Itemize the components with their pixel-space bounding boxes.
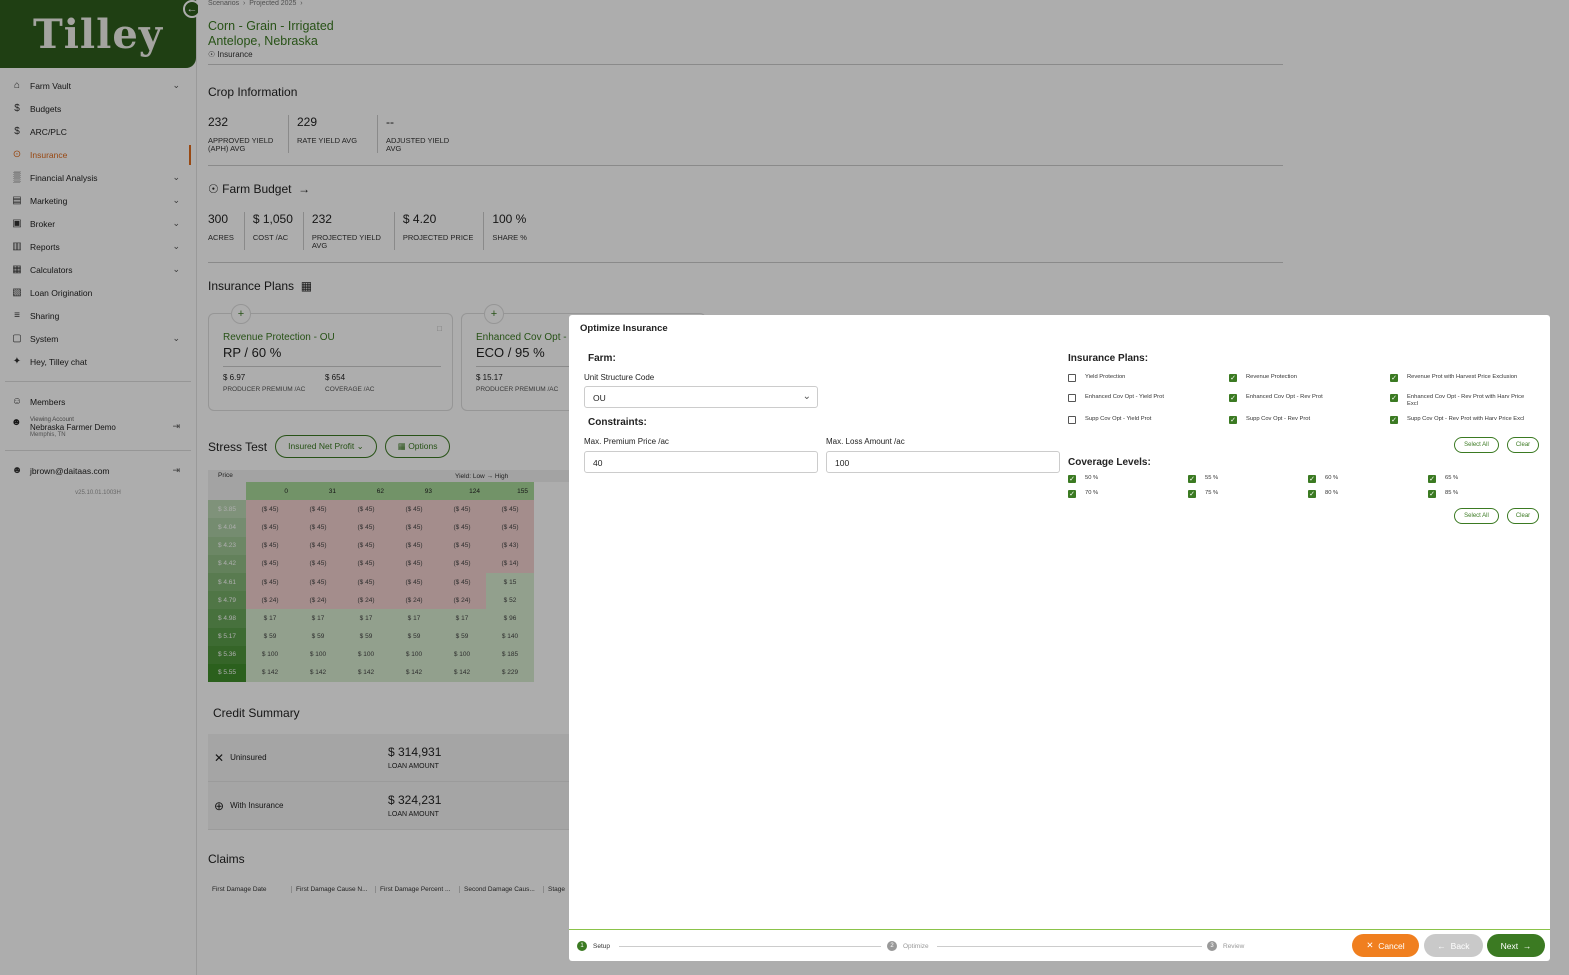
checkbox-empty-icon[interactable]: [1068, 416, 1076, 424]
next-label: Next: [1500, 940, 1519, 951]
checkbox-label: 65 %: [1445, 475, 1459, 481]
insurance-plans-heading: Insurance Plans:: [1068, 353, 1149, 364]
checkbox-checked-icon[interactable]: ✓: [1390, 394, 1398, 402]
checkbox-label: 60 %: [1325, 475, 1339, 481]
arrow-left-icon: ←: [1437, 940, 1446, 951]
optimize-insurance-modal: Optimize Insurance Farm: Unit Structure …: [569, 315, 1550, 961]
checkbox-label: Revenue Protection: [1246, 374, 1297, 380]
coverage-level-checkbox[interactable]: ✓ 60 %: [1308, 475, 1338, 483]
checkbox-checked-icon[interactable]: ✓: [1428, 490, 1436, 498]
insurance-plan-checkbox[interactable]: ✓ Supp Cov Opt - Rev Prot with Harv Price…: [1390, 416, 1530, 424]
checkbox-label: Revenue Prot with Harvest Price Exclusio…: [1407, 374, 1518, 380]
checkbox-label: Supp Cov Opt - Rev Prot with Harv Price …: [1407, 416, 1525, 422]
coverage-level-checkbox[interactable]: ✓ 80 %: [1308, 490, 1338, 498]
step-setup: 1 Setup: [577, 941, 610, 951]
checkbox-label: 55 %: [1205, 475, 1219, 481]
checkbox-checked-icon[interactable]: ✓: [1308, 475, 1316, 483]
checkbox-label: 50 %: [1085, 475, 1099, 481]
checkbox-label: Enhanced Cov Opt - Rev Prot: [1246, 394, 1323, 400]
step-label: Setup: [593, 942, 610, 950]
modal-footer-divider: [569, 929, 1550, 930]
checkbox-label: Enhanced Cov Opt - Yield Prot: [1085, 394, 1164, 400]
checkbox-label: Supp Cov Opt - Yield Prot: [1085, 416, 1152, 422]
checkbox-checked-icon[interactable]: ✓: [1068, 490, 1076, 498]
checkbox-checked-icon[interactable]: ✓: [1068, 475, 1076, 483]
step-label: Optimize: [903, 942, 929, 950]
arrow-right-icon: →: [1522, 940, 1532, 951]
max-premium-label: Max. Premium Price /ac: [584, 437, 669, 446]
coverage-levels-heading: Coverage Levels:: [1068, 457, 1151, 468]
checkbox-empty-icon[interactable]: [1068, 394, 1076, 402]
max-loss-input[interactable]: 100: [826, 451, 1060, 473]
coverage-clear-button[interactable]: Clear: [1507, 508, 1539, 524]
checkbox-label: Enhanced Cov Opt - Rev Prot with Harv Pr…: [1407, 394, 1525, 407]
step-optimize: 2 Optimize: [887, 941, 929, 951]
coverage-level-checkbox[interactable]: ✓ 70 %: [1068, 490, 1098, 498]
insurance-plan-checkbox[interactable]: ✓ Revenue Protection: [1229, 374, 1369, 382]
unit-structure-label: Unit Structure Code: [584, 373, 655, 382]
modal-title: Optimize Insurance: [580, 323, 668, 334]
coverage-level-checkbox[interactable]: ✓ 50 %: [1068, 475, 1098, 483]
cancel-label: Cancel: [1378, 940, 1405, 951]
back-button[interactable]: ← Back: [1424, 934, 1483, 957]
step-label: Review: [1223, 942, 1245, 950]
farm-heading: Farm:: [588, 353, 616, 364]
next-button[interactable]: Next →: [1487, 934, 1545, 957]
insurance-plan-checkbox[interactable]: Supp Cov Opt - Yield Prot: [1068, 416, 1208, 424]
coverage-level-checkbox[interactable]: ✓ 65 %: [1428, 475, 1458, 483]
coverage-level-checkbox[interactable]: ✓ 55 %: [1188, 475, 1218, 483]
step-connector: [619, 946, 881, 947]
checkbox-checked-icon[interactable]: ✓: [1428, 475, 1436, 483]
cancel-button[interactable]: ✕ Cancel: [1352, 934, 1419, 957]
coverage-select-all-button[interactable]: Select All: [1454, 508, 1499, 524]
close-icon: ✕: [1366, 940, 1374, 950]
insurance-plan-checkbox[interactable]: Yield Protection: [1068, 374, 1208, 382]
back-label: Back: [1450, 940, 1470, 951]
checkbox-label: 70 %: [1085, 490, 1099, 496]
unit-structure-value: OU: [593, 393, 606, 403]
step-number: 2: [887, 941, 897, 951]
constraints-heading: Constraints:: [588, 417, 647, 428]
checkbox-label: 75 %: [1205, 490, 1219, 496]
insurance-plan-checkbox[interactable]: ✓ Enhanced Cov Opt - Rev Prot: [1229, 394, 1369, 402]
chevron-down-icon: ⌄: [802, 391, 811, 402]
plans-clear-button[interactable]: Clear: [1507, 437, 1539, 453]
insurance-plan-checkbox[interactable]: ✓ Supp Cov Opt - Rev Prot: [1229, 416, 1369, 424]
coverage-level-checkbox[interactable]: ✓ 75 %: [1188, 490, 1218, 498]
checkbox-checked-icon[interactable]: ✓: [1390, 374, 1398, 382]
checkbox-checked-icon[interactable]: ✓: [1390, 416, 1398, 424]
checkbox-label: Supp Cov Opt - Rev Prot: [1246, 416, 1311, 422]
checkbox-checked-icon[interactable]: ✓: [1308, 490, 1316, 498]
checkbox-empty-icon[interactable]: [1068, 374, 1076, 382]
unit-structure-select[interactable]: OU ⌄: [584, 386, 818, 408]
checkbox-checked-icon[interactable]: ✓: [1229, 416, 1237, 424]
checkbox-checked-icon[interactable]: ✓: [1188, 475, 1196, 483]
checkbox-checked-icon[interactable]: ✓: [1188, 490, 1196, 498]
checkbox-checked-icon[interactable]: ✓: [1229, 374, 1237, 382]
max-premium-input[interactable]: 40: [584, 451, 818, 473]
checkbox-checked-icon[interactable]: ✓: [1229, 394, 1237, 402]
step-number: 3: [1207, 941, 1217, 951]
checkbox-label: 85 %: [1445, 490, 1459, 496]
insurance-plan-checkbox[interactable]: Enhanced Cov Opt - Yield Prot: [1068, 394, 1208, 402]
checkbox-label: 80 %: [1325, 490, 1339, 496]
coverage-level-checkbox[interactable]: ✓ 85 %: [1428, 490, 1458, 498]
insurance-plan-checkbox[interactable]: ✓ Revenue Prot with Harvest Price Exclusi…: [1390, 374, 1530, 382]
max-loss-label: Max. Loss Amount /ac: [826, 437, 905, 446]
step-connector: [937, 946, 1202, 947]
plans-select-all-button[interactable]: Select All: [1454, 437, 1499, 453]
step-review: 3 Review: [1207, 941, 1244, 951]
insurance-plan-checkbox[interactable]: ✓ Enhanced Cov Opt - Rev Prot with Harv P…: [1390, 394, 1530, 408]
checkbox-label: Yield Protection: [1085, 374, 1126, 380]
step-number: 1: [577, 941, 587, 951]
